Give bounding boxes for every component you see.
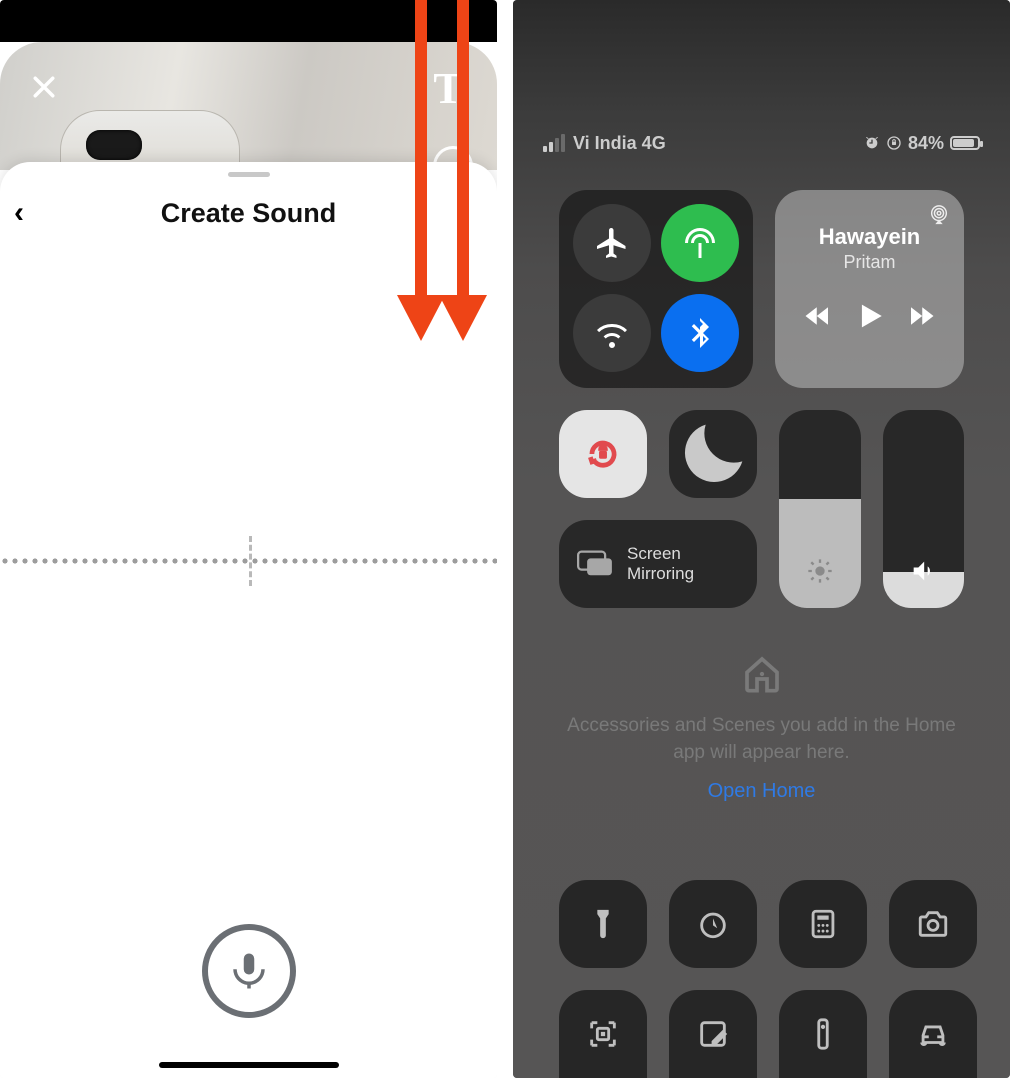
calculator-icon: [806, 907, 840, 941]
airplay-icon[interactable]: [928, 204, 950, 231]
home-icon: [559, 654, 964, 699]
orientation-lock-tile[interactable]: [559, 410, 647, 498]
volume-slider[interactable]: [883, 410, 965, 608]
timer-icon: [696, 907, 730, 941]
qr-icon: [586, 1017, 620, 1051]
phone-camera-module: [86, 130, 142, 160]
waveform-playhead: [249, 536, 252, 586]
notes-icon: [696, 1017, 730, 1051]
camera-tile[interactable]: [889, 880, 977, 968]
speaker-icon: [909, 557, 937, 590]
orientation-lock-icon: [584, 435, 622, 473]
carplay-tile[interactable]: [889, 990, 977, 1078]
brightness-slider[interactable]: [779, 410, 861, 608]
record-button[interactable]: [202, 924, 296, 1018]
sheet-grabber[interactable]: [228, 172, 270, 177]
moon-icon: [669, 410, 757, 498]
bluetooth-toggle[interactable]: [661, 294, 739, 372]
close-button[interactable]: [22, 65, 66, 109]
bottom-controls: [559, 880, 964, 1078]
qr-scanner-tile[interactable]: [559, 990, 647, 1078]
battery-icon: [950, 136, 980, 150]
media-track-title: Hawayein: [793, 224, 946, 250]
open-home-link[interactable]: Open Home: [559, 780, 964, 803]
airplane-mode-toggle[interactable]: [573, 204, 651, 282]
wifi-toggle[interactable]: [573, 294, 651, 372]
annotation-arrow-2: [448, 0, 478, 345]
camera-icon: [916, 907, 950, 941]
signal-icon: [543, 134, 565, 152]
next-track-button[interactable]: [906, 301, 936, 336]
calculator-tile[interactable]: [779, 880, 867, 968]
remote-icon: [806, 1017, 840, 1051]
home-section: Accessories and Scenes you add in the Ho…: [559, 654, 964, 803]
annotation-arrow-1: [406, 0, 436, 345]
flashlight-icon: [586, 907, 620, 941]
carrier-label: Vi India 4G: [573, 133, 666, 154]
play-button[interactable]: [852, 299, 886, 338]
bluetooth-icon: [682, 315, 718, 351]
home-indicator[interactable]: [159, 1062, 339, 1068]
do-not-disturb-tile[interactable]: [669, 410, 757, 498]
status-bar: Vi India 4G 84%: [513, 128, 1010, 158]
notes-tile[interactable]: [669, 990, 757, 1078]
media-player-tile[interactable]: Hawayein Pritam: [775, 190, 964, 388]
media-artist: Pritam: [793, 252, 946, 273]
ios-control-center: Vi India 4G 84%: [513, 0, 1010, 1078]
snapchat-create-sound-screen: T ‹ Create Sound: [0, 0, 497, 1078]
flashlight-tile[interactable]: [559, 880, 647, 968]
screen-mirroring-label: Screen Mirroring: [627, 544, 694, 585]
home-message: Accessories and Scenes you add in the Ho…: [559, 713, 964, 766]
alarm-icon: [864, 135, 880, 151]
brightness-fill: [779, 499, 861, 608]
screen-mirroring-icon: [577, 550, 613, 578]
battery-percent: 84%: [908, 133, 944, 154]
brightness-icon: [806, 557, 834, 590]
remote-tile[interactable]: [779, 990, 867, 1078]
screen-mirroring-tile[interactable]: Screen Mirroring: [559, 520, 757, 608]
microphone-icon: [228, 950, 270, 992]
car-icon: [916, 1017, 950, 1051]
connectivity-tile[interactable]: [559, 190, 753, 388]
timer-tile[interactable]: [669, 880, 757, 968]
previous-track-button[interactable]: [803, 301, 833, 336]
antenna-icon: [682, 225, 718, 261]
wifi-icon: [594, 315, 630, 351]
airplane-icon: [594, 225, 630, 261]
cellular-data-toggle[interactable]: [661, 204, 739, 282]
orientation-lock-status-icon: [886, 135, 902, 151]
